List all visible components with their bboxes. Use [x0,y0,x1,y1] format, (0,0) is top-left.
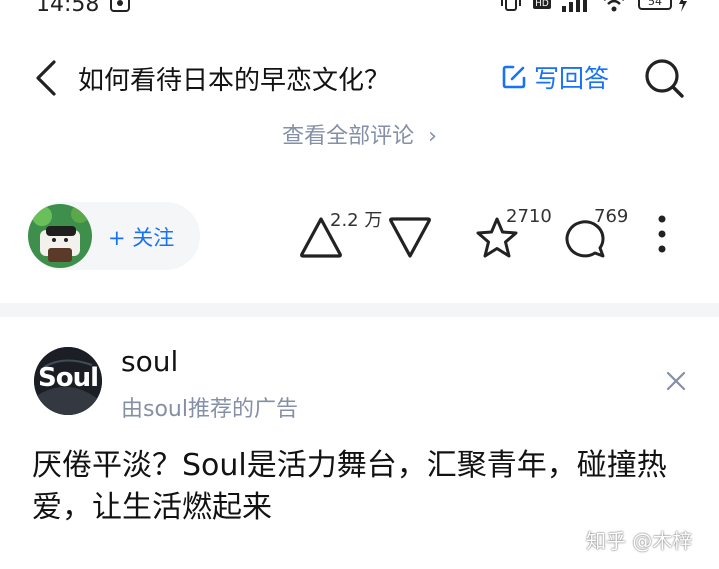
status-time: 14:58 [36,0,100,17]
ad-logo-text: Soul [37,363,99,393]
svg-text:HD: HD [535,0,549,9]
view-all-comments-label: 查看全部评论 [282,124,415,149]
close-icon[interactable] [664,369,688,393]
downvote-button[interactable] [386,206,436,266]
ad-body-text[interactable]: 厌倦平淡？Soul是活力舞台，汇聚青年，碰撞热爱，让生活燃起来 [32,445,692,529]
screenshot-icon [110,0,130,12]
search-icon[interactable] [642,56,686,100]
avatar[interactable] [28,204,92,268]
hd-icon: HD [533,0,551,9]
chevron-right-icon: › [428,124,437,149]
signal-icon [562,0,587,12]
upvote-button[interactable]: 2.2 万 [298,206,388,266]
charging-icon [679,0,687,12]
section-divider [0,303,719,317]
comment-button[interactable]: 769 [562,206,642,266]
ad-subtitle: 由soul推荐的广告 [121,397,298,422]
write-answer-button[interactable]: 写回答 [500,60,609,94]
question-title[interactable]: 如何看待日本的早恋文化？ [78,60,390,97]
downvote-icon [389,217,431,258]
favorite-button[interactable]: 2710 [474,206,564,266]
status-indicators: HD 54 [500,0,700,14]
follow-button[interactable]: + 关注 [108,222,174,252]
ad-logo[interactable]: Soul [34,347,102,415]
battery-icon: 54 [638,0,672,10]
ad-card[interactable]: Soul soul 由soul推荐的广告 厌倦平淡？Soul是活力舞台，汇聚青年… [0,317,719,569]
nav-bar: 如何看待日本的早恋文化？ 写回答 [0,40,719,120]
watermark: 知乎 @木梓 [586,529,693,553]
write-answer-label: 写回答 [534,64,610,93]
wifi-icon [604,0,624,12]
ad-advertiser-name[interactable]: soul [121,345,178,378]
upvote-count: 2.2 万 [330,210,383,231]
view-all-comments-link[interactable]: 查看全部评论 › [0,118,719,150]
back-arrow-icon[interactable] [30,58,60,98]
edit-icon [502,65,526,89]
favorite-count: 2710 [506,206,552,227]
comment-count: 769 [594,206,629,227]
author-follow-pill: + 关注 [28,202,200,270]
vibrate-icon [501,0,521,11]
status-bar: 14:58 HD 54 [0,0,719,17]
more-icon[interactable] [652,214,672,254]
